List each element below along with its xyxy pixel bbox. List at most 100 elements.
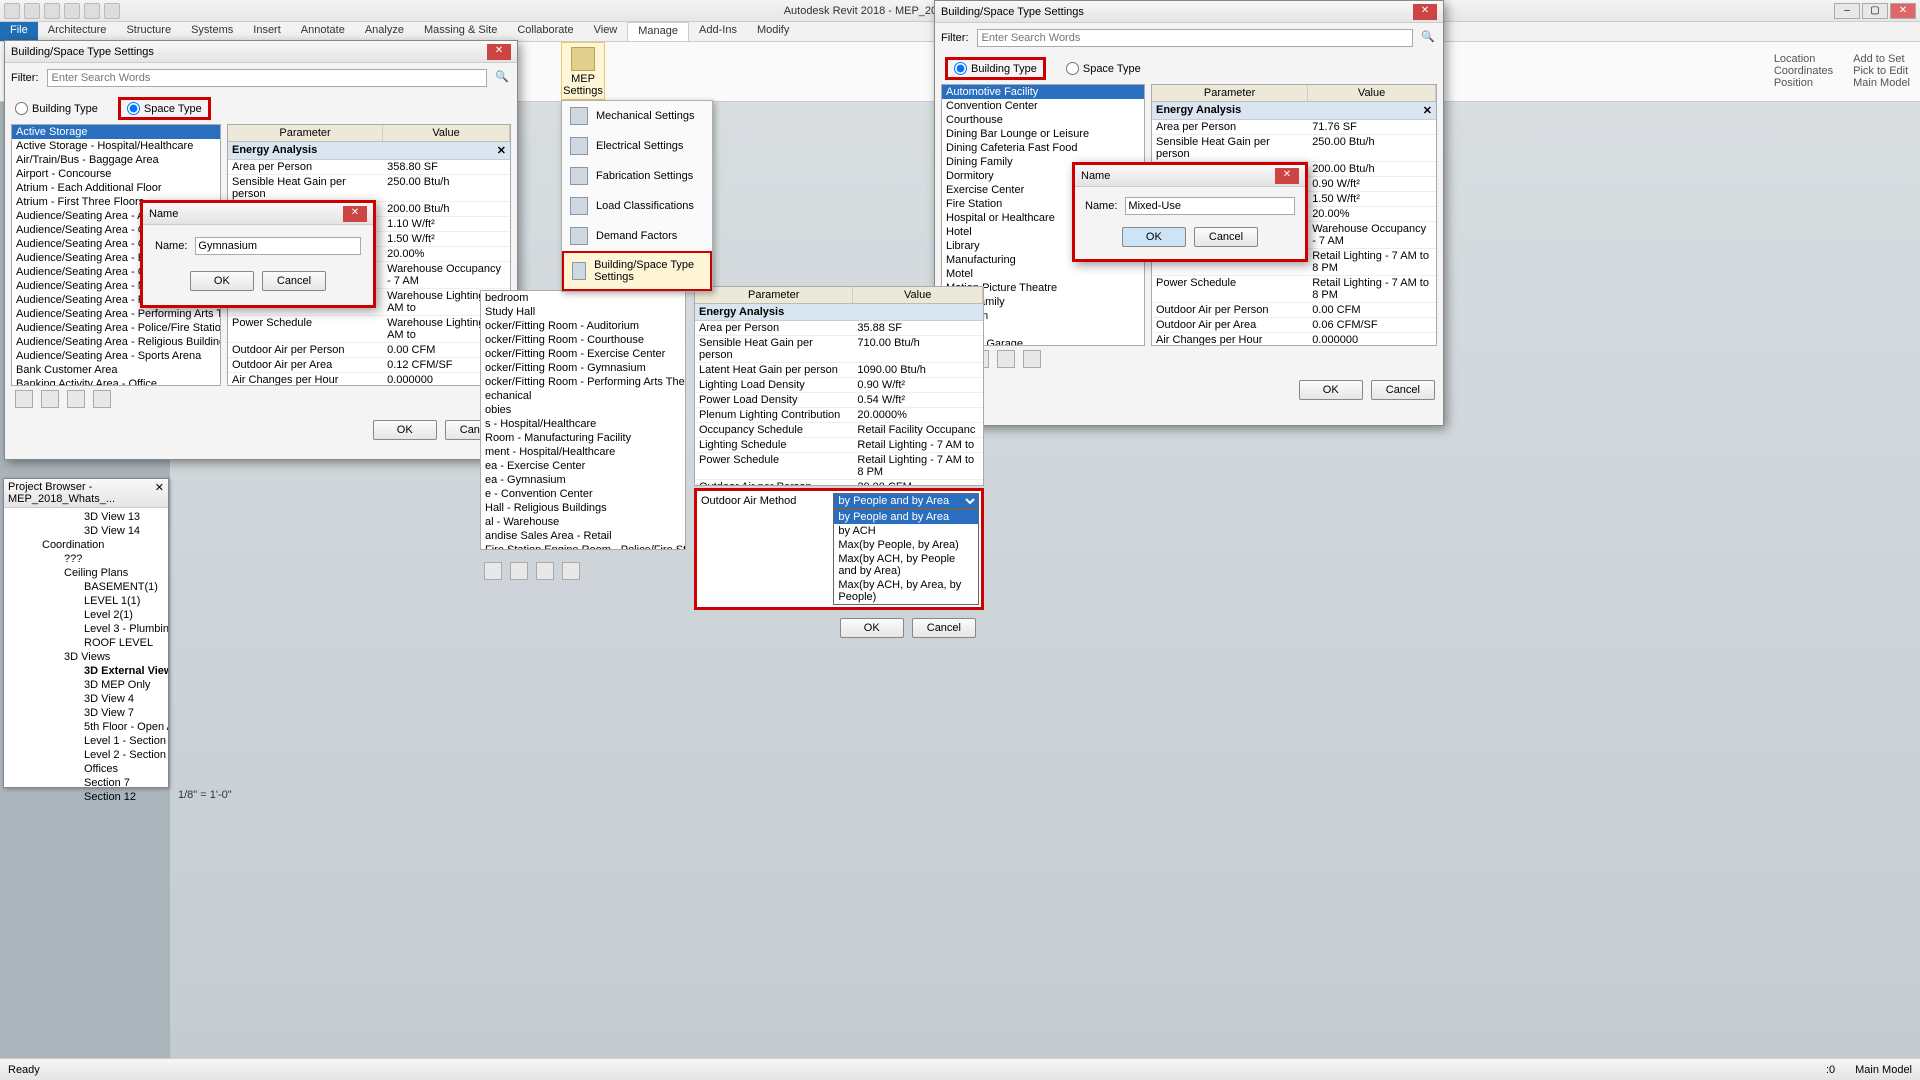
name-input[interactable] [195,237,361,255]
list-item[interactable]: Atrium - Each Additional Floor [12,181,220,195]
param-value[interactable]: Warehouse Occupancy - 7 AM [1308,222,1436,248]
new-icon[interactable] [484,562,502,580]
tree-node[interactable]: Section 12 [6,790,166,804]
param-value[interactable]: 0.00 CFM [1308,303,1436,317]
param-value[interactable]: 20.00 CFM [853,480,983,486]
list-item[interactable]: Audience/Seating Area - Religious Buildi… [12,335,220,349]
param-value[interactable]: 0.000000 [1308,333,1436,346]
param-value[interactable]: 1.50 W/ft² [1308,192,1436,206]
param-value[interactable]: 200.00 Btu/h [1308,162,1436,176]
tree-node[interactable]: BASEMENT(1) [6,580,166,594]
dropdown-option[interactable]: Max(by ACH, by Area, by People) [834,578,978,604]
tree-node[interactable]: 3D MEP Only [6,678,166,692]
list-item[interactable]: Audience/Seating Area - Performing Arts … [12,307,220,321]
delete-icon[interactable] [562,562,580,580]
tab-collaborate[interactable]: Collaborate [507,22,583,41]
param-value[interactable]: 1.10 W/ft² [383,217,510,231]
param-value[interactable]: 1090.00 Btu/h [853,363,983,377]
duplicate-icon[interactable] [510,562,528,580]
space-type-radio[interactable]: Space Type [118,97,211,120]
list-item[interactable]: Dining Bar Lounge or Leisure [942,127,1144,141]
param-value[interactable]: 0.06 CFM/SF [1308,318,1436,332]
list-item[interactable]: Courthouse [942,113,1144,127]
tree-node[interactable]: 3D External View [6,664,166,678]
tree-node[interactable]: 3D View 4 [6,692,166,706]
close-icon[interactable]: ✕ [155,481,164,505]
list-item[interactable]: Bank Customer Area [12,363,220,377]
tree-node[interactable]: LEVEL 1(1) [6,594,166,608]
tab-modify[interactable]: Modify [747,22,799,41]
rename-icon[interactable] [536,562,554,580]
dropdown-option[interactable]: Max(by ACH, by People and by Area) [834,552,978,578]
coordinates-button[interactable]: Coordinates [1774,65,1833,77]
menu-load-classifications[interactable]: Load Classifications [562,191,712,221]
energy-category[interactable]: Energy Analysis✕ [1152,102,1436,120]
list-item[interactable]: e - Convention Center [481,487,685,501]
list-item[interactable]: bedroom [481,291,685,305]
param-value[interactable]: Retail Lighting - 7 AM to 8 PM [853,453,983,479]
save-icon[interactable] [44,3,60,19]
param-value[interactable]: 0.90 W/ft² [853,378,983,392]
list-item[interactable]: Room - Manufacturing Facility [481,431,685,445]
list-item[interactable]: Hall - Religious Buildings [481,501,685,515]
param-value[interactable]: 200.00 Btu/h [383,202,510,216]
rename-icon[interactable] [67,390,85,408]
tree-node[interactable]: Level 2 - Section [6,748,166,762]
list-item[interactable]: ment - Hospital/Healthcare [481,445,685,459]
param-value[interactable]: 20.00% [1308,207,1436,221]
tab-analyze[interactable]: Analyze [355,22,414,41]
list-item[interactable]: Motel [942,267,1144,281]
filter-input[interactable] [47,69,488,87]
param-value[interactable]: 0.90 W/ft² [1308,177,1436,191]
param-value[interactable]: Retail Lighting - 7 AM to [853,438,983,452]
list-item[interactable]: ocker/Fitting Room - Performing Arts The… [481,375,685,389]
name-input[interactable] [1125,197,1295,215]
param-value[interactable]: 20.00% [383,247,510,261]
dropdown-option[interactable]: Max(by People, by Area) [834,538,978,552]
space-type-radio[interactable]: Space Type [1066,57,1141,80]
list-item[interactable]: echanical [481,389,685,403]
tab-structure[interactable]: Structure [116,22,181,41]
tree-node[interactable]: 3D Views [6,650,166,664]
tree-node[interactable]: 5th Floor - Open A [6,720,166,734]
close-icon[interactable]: ✕ [1890,3,1916,19]
tree-node[interactable]: 3D View 14 [6,524,166,538]
close-icon[interactable]: ✕ [343,206,367,222]
tree-node[interactable]: Section 7 [6,776,166,790]
dropdown-option[interactable]: by ACH [834,524,978,538]
tab-annotate[interactable]: Annotate [291,22,355,41]
tab-systems[interactable]: Systems [181,22,243,41]
secondary-space-list[interactable]: bedroomStudy Hallocker/Fitting Room - Au… [480,290,686,550]
cancel-button[interactable]: Cancel [1194,227,1258,247]
dropdown-option[interactable]: by People and by Area [834,510,978,524]
delete-icon[interactable] [93,390,111,408]
energy-category[interactable]: Energy Analysis✕ [228,142,510,160]
tab-insert[interactable]: Insert [243,22,291,41]
print-icon[interactable] [104,3,120,19]
cancel-button[interactable]: Cancel [262,271,326,291]
list-item[interactable]: ea - Gymnasium [481,473,685,487]
redo-icon[interactable] [84,3,100,19]
menu-building-space-settings[interactable]: Building/Space Type Settings [562,251,712,291]
list-item[interactable]: ocker/Fitting Room - Courthouse [481,333,685,347]
list-item[interactable]: ea - Exercise Center [481,459,685,473]
tree-node[interactable]: ??? [6,552,166,566]
list-item[interactable]: ocker/Fitting Room - Exercise Center [481,347,685,361]
tree-node[interactable]: Coordination [6,538,166,552]
mep-settings-button[interactable]: MEP Settings [561,42,605,100]
scale-label[interactable]: 1/8" = 1'-0" [178,789,232,801]
ok-button[interactable]: OK [373,420,437,440]
param-value[interactable]: 35.88 SF [853,321,983,335]
list-item[interactable]: Air/Train/Bus - Baggage Area [12,153,220,167]
menu-mechanical-settings[interactable]: Mechanical Settings [562,101,712,131]
ok-button[interactable]: OK [1299,380,1363,400]
list-item[interactable]: Automotive Facility [942,85,1144,99]
list-item[interactable]: al - Warehouse [481,515,685,529]
close-icon[interactable]: ✕ [1413,4,1437,20]
close-icon[interactable]: ✕ [487,44,511,60]
list-item[interactable]: Convention Center [942,99,1144,113]
list-item[interactable]: ocker/Fitting Room - Auditorium [481,319,685,333]
tree-node[interactable]: Level 1 - Section [6,734,166,748]
list-item[interactable]: Active Storage - Hospital/Healthcare [12,139,220,153]
tree-node[interactable]: ROOF LEVEL [6,636,166,650]
